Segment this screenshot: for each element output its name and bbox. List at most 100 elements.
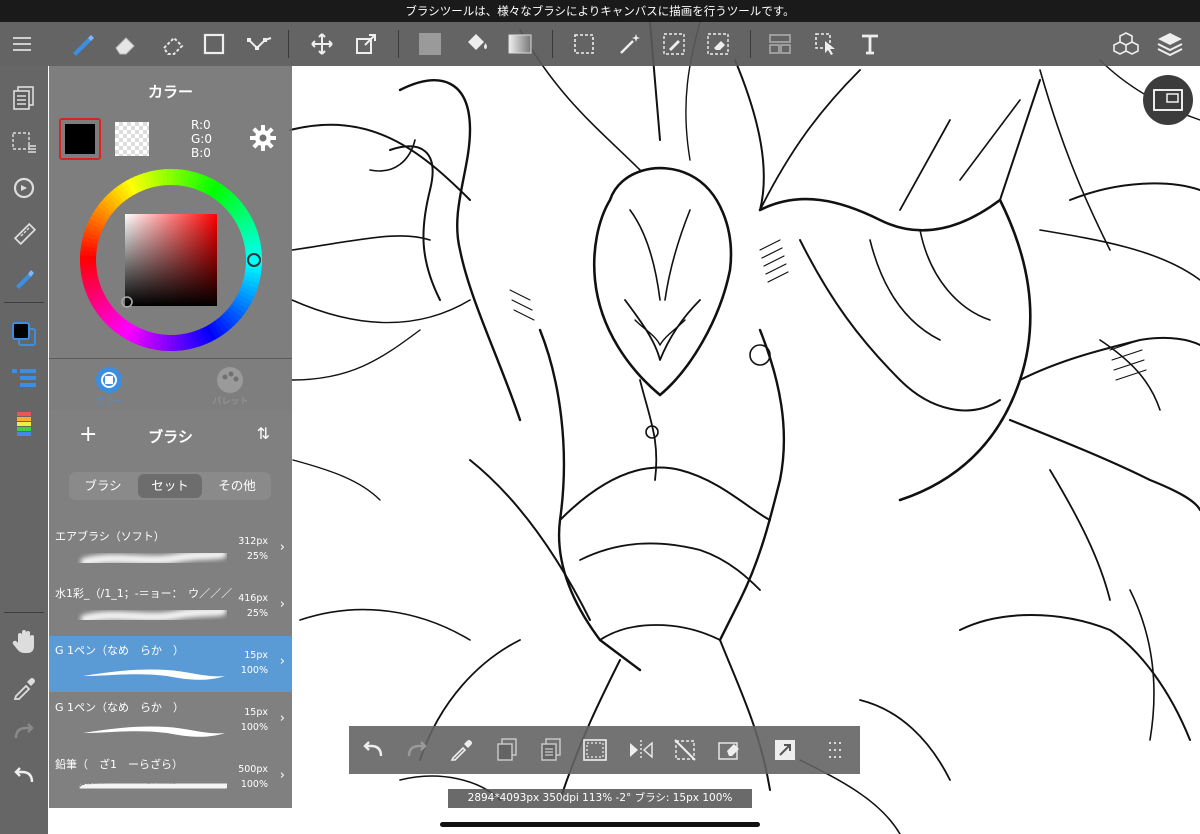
tool-tooltip: ブラシツールは、様々なブラシによりキャンバスに描画を行うツールです。 <box>0 0 1200 22</box>
selection-list-icon[interactable] <box>0 122 48 162</box>
brush-opacity: 25% <box>246 551 268 562</box>
foreground-color-swatch[interactable] <box>59 118 101 160</box>
brush-icon[interactable] <box>62 22 102 66</box>
brush-opacity: 100% <box>240 779 268 790</box>
brush-list-icon[interactable] <box>0 358 48 398</box>
brush-name: G 1ペン（なめ らか ） <box>55 644 185 657</box>
fill-color-icon[interactable] <box>410 22 450 66</box>
more-icon[interactable] <box>813 726 857 774</box>
move-icon[interactable] <box>302 22 342 66</box>
undo-icon[interactable] <box>0 756 48 796</box>
page-manager-icon[interactable] <box>0 78 48 118</box>
brush-name: G 1ペン（なめ らか ） <box>55 701 185 714</box>
brush-size: 500px <box>238 764 268 775</box>
snap-icon[interactable] <box>240 22 280 66</box>
deselect-icon[interactable] <box>663 726 707 774</box>
select-pen-icon[interactable] <box>654 22 694 66</box>
tab-color-label: カラー <box>95 397 123 407</box>
home-indicator[interactable] <box>440 822 760 827</box>
eyedropper-icon[interactable] <box>439 726 483 774</box>
redo-icon[interactable] <box>0 712 48 752</box>
transform-icon[interactable] <box>346 22 386 66</box>
palette-tab-icon <box>217 367 243 393</box>
chevron-right-icon[interactable]: › <box>280 654 285 669</box>
bottom-toolbar <box>349 726 860 774</box>
brush-list-item[interactable]: エアブラシ（ソフト） 312px 25% › <box>49 522 292 578</box>
left-toolbar <box>0 66 48 834</box>
transform-icon[interactable] <box>763 726 807 774</box>
undo-icon[interactable] <box>351 726 395 774</box>
green-value: G:0 <box>191 132 212 146</box>
flip-icon[interactable] <box>619 726 663 774</box>
materials-icon[interactable] <box>1106 22 1146 66</box>
tab-palette[interactable]: パレット <box>170 359 291 411</box>
segment-other[interactable]: その他 <box>205 474 269 498</box>
brush-color-icon[interactable] <box>0 258 48 298</box>
navigator-button[interactable] <box>1143 75 1193 125</box>
rotate-icon[interactable] <box>0 168 48 208</box>
ruler-icon[interactable] <box>0 214 48 254</box>
color-panel: カラー R:0 G:0 B:0 カラー パレット <box>49 66 292 410</box>
brush-category-segments: ブラシ セット その他 <box>69 472 271 500</box>
brush-list-item[interactable]: G 1ペン（なめ らか ） 15px 100% › <box>49 693 292 749</box>
brush-stroke-preview <box>77 546 227 574</box>
layers-icon[interactable] <box>1150 22 1190 66</box>
brush-stroke-preview <box>77 603 227 631</box>
redo-icon[interactable] <box>395 726 439 774</box>
brush-name: 鉛筆（ ざ1 ーらざら） <box>55 758 183 771</box>
paste-icon[interactable] <box>529 726 573 774</box>
operation-icon[interactable] <box>806 22 846 66</box>
magic-wand-icon[interactable] <box>610 22 650 66</box>
tab-color[interactable]: カラー <box>49 359 170 411</box>
brush-stroke-preview <box>77 774 227 802</box>
select-eraser-icon[interactable] <box>698 22 738 66</box>
color-wheel[interactable] <box>79 168 263 352</box>
chevron-right-icon[interactable]: › <box>280 540 285 555</box>
top-toolbar <box>0 22 1200 66</box>
brush-size: 312px <box>238 536 268 547</box>
rectangle-icon[interactable] <box>194 22 234 66</box>
select-rect-icon[interactable] <box>564 22 604 66</box>
color-panel-title: カラー <box>147 83 193 101</box>
brush-name: エアブラシ（ソフト） <box>55 530 165 543</box>
hand-icon[interactable] <box>0 622 48 662</box>
brush-list-item[interactable]: 鉛筆（ ざ1 ーらざら） 500px 100% › <box>49 750 292 806</box>
red-value: R:0 <box>191 118 211 132</box>
brush-size: 15px <box>244 707 268 718</box>
chevron-right-icon[interactable]: › <box>280 768 285 783</box>
segment-brush[interactable]: ブラシ <box>71 474 135 498</box>
blur-eraser-icon[interactable] <box>152 22 192 66</box>
background-color-swatch[interactable] <box>115 122 149 156</box>
tab-palette-label: パレット <box>212 397 249 407</box>
sort-brush-button[interactable]: ⇅ <box>257 424 270 443</box>
select-all-icon[interactable] <box>573 726 617 774</box>
text-icon[interactable] <box>850 22 890 66</box>
segment-set[interactable]: セット <box>138 474 202 498</box>
gradient-icon[interactable] <box>500 22 540 66</box>
brush-panel: + ブラシ ⇅ ブラシ セット その他 エアブラシ（ソフト） 312px 25% › 水… <box>49 410 292 808</box>
eyedropper-icon[interactable] <box>0 668 48 708</box>
menu-icon[interactable] <box>2 22 42 66</box>
brush-list-item[interactable]: G 1ペン（なめ らか ） 15px 100% › <box>49 636 292 692</box>
bucket-icon[interactable] <box>456 22 496 66</box>
copy-icon[interactable] <box>485 726 529 774</box>
eraser-icon[interactable] <box>104 22 144 66</box>
color-palette-icon[interactable] <box>0 404 48 444</box>
brush-opacity: 25% <box>246 608 268 619</box>
blue-value: B:0 <box>191 146 211 160</box>
color-panel-tabs: カラー パレット <box>49 358 292 410</box>
brush-panel-title: ブラシ <box>148 428 193 446</box>
chevron-right-icon[interactable]: › <box>280 597 285 612</box>
brush-name: 水1彩_（/1_1；-＝ョー： ウ／／／ →／／ェチ-）％／／／｜ー <box>55 587 235 600</box>
brush-stroke-preview <box>77 717 227 745</box>
brush-stroke-preview <box>77 660 227 688</box>
color-swatch-icon[interactable] <box>0 314 48 354</box>
chevron-right-icon[interactable]: › <box>280 711 285 726</box>
brush-opacity: 100% <box>240 665 268 676</box>
clear-icon[interactable] <box>707 726 751 774</box>
brush-list-item[interactable]: 水1彩_（/1_1；-＝ョー： ウ／／／ →／／ェチ-）％／／／｜ー416px 2… <box>49 579 292 635</box>
frame-icon[interactable] <box>760 22 800 66</box>
gear-icon[interactable] <box>249 124 277 156</box>
brush-size: 416px <box>238 593 268 604</box>
canvas-status-bar: 2894*4093px 350dpi 113% -2° ブラシ: 15px 10… <box>448 789 752 808</box>
